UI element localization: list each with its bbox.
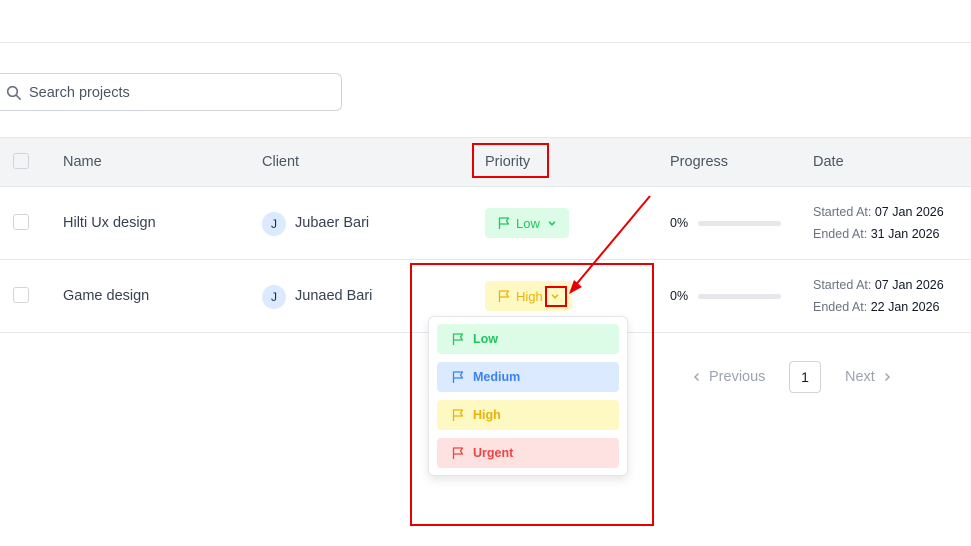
priority-badge[interactable]: High [485,281,572,311]
start-date-label: Started At: [813,205,872,219]
search-input[interactable] [29,83,329,103]
header-divider [0,42,971,43]
avatar: J [262,285,286,309]
priority-badge[interactable]: Low [485,208,569,238]
column-header-date[interactable]: Date [813,154,844,170]
end-date-value: 22 Jan 2026 [870,300,940,314]
column-header-progress[interactable]: Progress [670,154,728,170]
option-label: High [473,408,501,422]
row-checkbox[interactable] [13,287,29,303]
priority-option-urgent[interactable]: Urgent [437,438,619,468]
end-date-label: Ended At: [813,227,868,241]
table-row[interactable]: Hilti Ux design J Jubaer Bari Low 0% Sta… [0,187,971,260]
chevron-right-icon [884,373,890,381]
flag-icon [452,333,464,345]
flag-icon [498,217,510,229]
priority-option-low[interactable]: Low [437,324,619,354]
column-header-name[interactable]: Name [63,154,102,170]
flag-icon [452,371,464,383]
flag-icon [498,290,510,302]
progress-bar [698,294,781,299]
end-date-value: 31 Jan 2026 [870,227,940,241]
progress-percent: 0% [670,289,689,303]
previous-page-button[interactable]: Previous [691,369,765,385]
chevron-down-icon[interactable] [545,216,559,230]
search-box[interactable] [0,73,342,111]
project-name[interactable]: Game design [63,288,149,304]
page-number-button[interactable]: 1 [789,361,821,393]
row-checkbox[interactable] [13,214,29,230]
next-page-button[interactable]: Next [845,369,893,385]
column-header-client[interactable]: Client [262,154,299,170]
next-label: Next [845,369,875,385]
start-date-value: 07 Jan 2026 [874,205,944,219]
start-date-label: Started At: [813,278,872,292]
start-date: Started At: 07 Jan 2026 [813,278,944,292]
priority-label: High [516,288,543,304]
client-name: Jubaer Bari [295,215,370,231]
start-date-value: 07 Jan 2026 [874,278,944,292]
end-date: Ended At: 22 Jan 2026 [813,300,940,314]
start-date: Started At: 07 Jan 2026 [813,205,944,219]
priority-dropdown-menu: Low Medium High Urgent [428,316,628,476]
progress-bar [698,221,781,226]
flag-icon [452,447,464,459]
option-label: Low [473,332,498,346]
flag-icon [452,409,464,421]
search-icon [6,85,21,100]
chevron-left-icon [694,373,699,381]
priority-option-high[interactable]: High [437,400,619,430]
priority-label: Low [516,215,540,231]
project-name[interactable]: Hilti Ux design [63,215,156,231]
progress-percent: 0% [670,216,689,230]
option-label: Urgent [473,446,514,460]
select-all-checkbox[interactable] [13,153,29,169]
column-header-priority[interactable]: Priority [485,154,530,170]
previous-label: Previous [709,369,766,385]
table-header: Name Client Priority Progress Date [0,137,971,187]
avatar: J [262,212,286,236]
end-date: Ended At: 31 Jan 2026 [813,227,940,241]
chevron-down-icon[interactable] [548,289,562,303]
option-label: Medium [473,370,521,384]
end-date-label: Ended At: [813,300,868,314]
priority-option-medium[interactable]: Medium [437,362,619,392]
client-name: Junaed Bari [295,288,373,304]
